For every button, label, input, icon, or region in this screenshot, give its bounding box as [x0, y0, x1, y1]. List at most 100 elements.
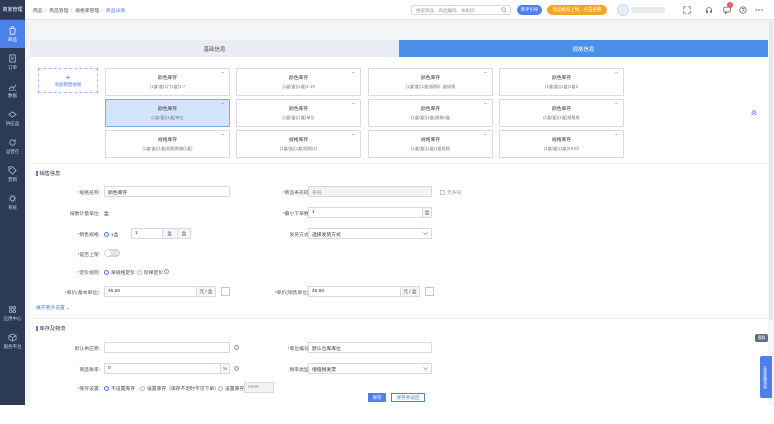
divider: [30, 318, 768, 319]
spec-card[interactable]: 颜色库存 (1盒/盒)(1盒)单位 ···: [236, 99, 361, 127]
sidebar-item-goods[interactable]: 商品: [0, 20, 25, 48]
save-return-button[interactable]: 保存并返回: [391, 393, 425, 402]
unit-radio[interactable]: 1盒: [104, 231, 118, 238]
more-icon[interactable]: ···: [352, 132, 356, 138]
min-qty-field[interactable]: 1 盒: [308, 207, 432, 218]
more-icon[interactable]: [754, 5, 764, 15]
more-icon[interactable]: ···: [484, 101, 488, 107]
sidebar-item-label: 服务平台: [3, 343, 22, 349]
spec-card-name: 颜色库存: [157, 107, 178, 112]
sidebar-item-operation[interactable]: 运营在: [0, 132, 25, 160]
headset-icon[interactable]: [704, 5, 714, 15]
sidebar-item-system[interactable]: 系统: [0, 188, 25, 216]
online-toggle[interactable]: 关闭: [104, 249, 120, 257]
spec-card-name: 颜色库存: [157, 76, 178, 81]
price-mode-single[interactable]: 单规格定价: [104, 269, 135, 276]
calculator-icon[interactable]: [221, 287, 230, 296]
spec-card[interactable]: 规格库存 (1盒/盒)(1盒)规格数量(1盒) ···: [105, 130, 230, 158]
sidebar-item-supply[interactable]: 供应品: [0, 104, 25, 132]
sale-unit-price-unit: 元 / 盒: [400, 287, 419, 296]
help-icon[interactable]: ?: [164, 269, 169, 274]
spec-card-sub: (1盒/盒)(1盒)规格5盒: [411, 115, 450, 120]
spec-card[interactable]: 颜色库存 (1盒/盒)(1盒)单位 ···: [105, 99, 230, 127]
ship-method-select[interactable]: 选择发货方式: [308, 228, 432, 239]
stock-qty-field[interactable]: 9999: [244, 382, 274, 393]
more-icon[interactable]: ···: [352, 70, 356, 76]
tax-rate-field[interactable]: 0 %: [104, 363, 230, 374]
online-service-tab[interactable]: 在线客服咨询: [760, 356, 772, 398]
more-icon[interactable]: ···: [615, 70, 619, 76]
supplier-label: 默认供应商:: [74, 347, 100, 352]
base-price-field[interactable]: 45.60 元 / 盒: [104, 286, 216, 297]
breadcrumb-item[interactable]: 规格库管理: [75, 9, 99, 14]
guide-button[interactable]: 新手引导: [517, 5, 542, 15]
spec-name-field[interactable]: 颜色库存: [104, 186, 230, 197]
min-qty-label: *最小下单数:: [282, 212, 310, 217]
chevron-up-icon[interactable]: [750, 108, 758, 116]
breadcrumb: 商品 / 商品管理 / 规格库管理 / 商品详情: [33, 9, 126, 14]
search-input[interactable]: 搜索商品、商品编码、条形码: [411, 5, 511, 15]
help-icon[interactable]: ?: [234, 345, 239, 350]
add-spec-button[interactable]: + 添加销售规格: [38, 68, 98, 93]
more-icon[interactable]: ···: [221, 70, 225, 76]
spec-card[interactable]: 规格库存 (1盒/盒)(1盒)XXXX ···: [499, 130, 624, 158]
barcode-field[interactable]: 条码: [308, 186, 432, 197]
sale-unit-price-field[interactable]: 45.60 元 / 盒: [308, 286, 420, 297]
spec-card[interactable]: 颜色库存 (1盒/盒)(1盒)规格2, 盒规格 ···: [368, 68, 493, 96]
unit-qty-field[interactable]: 1 盒 盒: [131, 228, 191, 239]
spec-card[interactable]: 颜色库存 (1盒/盒)(1盒)规格5盒 ···: [368, 99, 493, 127]
fullscreen-icon[interactable]: [682, 5, 692, 15]
sidebar-item-label: 营销: [8, 176, 17, 182]
sidebar-item-orders[interactable]: 订单: [0, 48, 25, 76]
breadcrumb-item[interactable]: 商品管理: [49, 9, 68, 14]
location-label: *库位编号:: [287, 347, 310, 352]
more-icon[interactable]: ···: [484, 70, 488, 76]
scrollbar[interactable]: [769, 20, 773, 320]
more-icon[interactable]: ···: [615, 101, 619, 107]
sidebar-item-label: 应用中心: [3, 315, 22, 321]
tab-spec-info[interactable]: 规格信息: [399, 40, 768, 57]
expand-more-link[interactable]: 展开更多设置 ⌄: [36, 304, 70, 311]
spec-card[interactable]: 颜色库存 (1盒/盒(1)*(1盒)1-7 ···: [105, 68, 230, 96]
spec-card-name: 颜色库存: [551, 107, 572, 112]
location-field[interactable]: 默认仓库库位: [308, 342, 432, 353]
price-mode-tier[interactable]: 阶梯定价: [137, 269, 163, 276]
sidebar-item-apps[interactable]: 应用中心: [0, 299, 25, 327]
username-placeholder[interactable]: [631, 7, 665, 13]
stock-option-set[interactable]: 设置库存: [218, 385, 244, 392]
help-icon[interactable]: ?: [234, 366, 239, 371]
more-icon[interactable]: ···: [352, 101, 356, 107]
customer-service-pill[interactable]: 客服: [755, 334, 768, 342]
help-icon[interactable]: [738, 5, 748, 15]
avatar[interactable]: [617, 4, 629, 16]
supplier-field[interactable]: [104, 342, 230, 353]
more-icon[interactable]: ···: [221, 101, 225, 107]
promo-button[interactable]: 新品推荐上线，点击查看: [547, 5, 607, 15]
tax-type-select[interactable]: 增值税发票: [308, 363, 432, 374]
chevron-down-icon: [423, 232, 428, 235]
spec-card[interactable]: 颜色库存 (1盒/盒)(1盒)规格库 ···: [499, 99, 624, 127]
sidebar-item-marketing[interactable]: 营销: [0, 160, 25, 188]
calculator-icon[interactable]: [425, 287, 434, 296]
spec-card-sub: (1盒/盒(1)*(1盒)1-7: [149, 84, 186, 89]
spec-card[interactable]: 颜色库存 (1盒/盒)(1盒)1盒5 ···: [499, 68, 624, 96]
save-button[interactable]: 保存: [368, 393, 386, 402]
sidebar-item-data[interactable]: 数据: [0, 76, 25, 104]
gear-icon: [8, 194, 17, 202]
breadcrumb-item[interactable]: 商品: [33, 9, 43, 14]
stock-option-none[interactable]: 不设置库存: [104, 385, 135, 392]
more-icon[interactable]: ···: [221, 132, 225, 138]
spec-card[interactable]: 规格库存 (1盒/盒)(1盒)1盒规格 ···: [368, 130, 493, 158]
more-icon[interactable]: ···: [615, 132, 619, 138]
spec-card-sub: (1盒/盒)(1盒)单位: [151, 115, 184, 120]
spec-card[interactable]: 规格库存 (1盒/盒)(1盒)规格(1) ···: [236, 130, 361, 158]
no-barcode-checkbox[interactable]: [440, 190, 445, 195]
spec-card-sub: (1盒/盒)(1盒)1-19: [282, 84, 315, 89]
more-icon[interactable]: ···: [484, 132, 488, 138]
tab-basic-info[interactable]: 基础信息: [30, 40, 399, 57]
ship-method-label: 发货方式:: [289, 233, 310, 238]
sidebar-item-service[interactable]: 服务平台: [0, 327, 25, 355]
spec-card-name: 颜色库存: [420, 107, 441, 112]
spec-card[interactable]: 颜色库存 (1盒/盒)(1盒)1-19 ···: [236, 68, 361, 96]
stock-option-limit[interactable]: 设置库存（库存不足时不可下单）: [140, 385, 219, 392]
